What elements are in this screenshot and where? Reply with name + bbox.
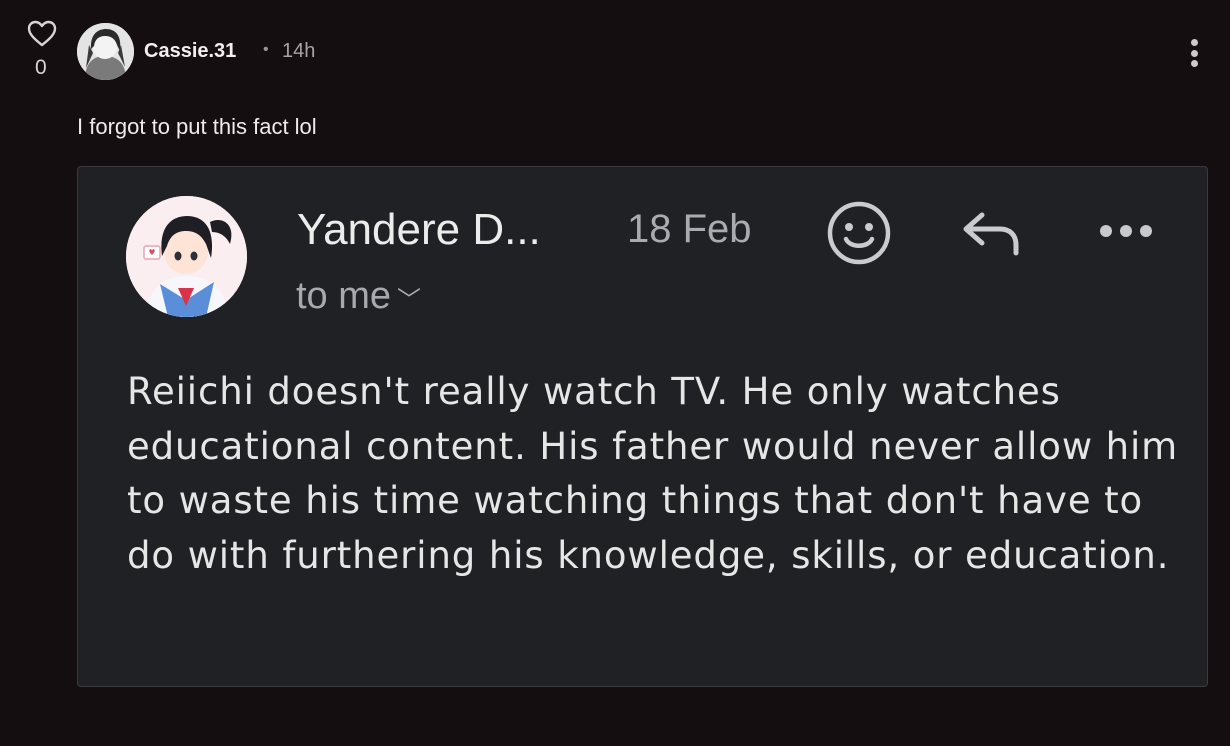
- smiley-icon[interactable]: [826, 200, 892, 266]
- sender-avatar: [126, 196, 247, 317]
- author-username[interactable]: Cassie.31: [144, 40, 236, 63]
- attached-email-screenshot[interactable]: Yandere D... 18 Feb to me ﹀ Reiichi doesn…: [77, 166, 1208, 687]
- post-timestamp: 14h: [282, 40, 316, 62]
- comment-post: 0 Cassie.31 • 14h I forgot to put this f…: [0, 0, 1230, 746]
- meta-separator: •: [263, 41, 269, 58]
- reply-icon[interactable]: [960, 207, 1022, 259]
- more-options-icon[interactable]: [1183, 36, 1205, 70]
- recipient-label: to me: [296, 275, 392, 317]
- email-sender-name: Yandere D...: [297, 205, 541, 254]
- email-date: 18 Feb: [627, 207, 752, 251]
- email-body: Reiichi doesn't really watch TV. He only…: [127, 370, 1179, 577]
- more-horizontal-icon[interactable]: [1100, 225, 1152, 241]
- chevron-down-icon: ﹀: [397, 287, 422, 315]
- like-count: 0: [35, 56, 47, 79]
- heart-icon[interactable]: [27, 20, 57, 48]
- post-text: I forgot to put this fact lol: [77, 114, 317, 139]
- recipient-toggle[interactable]: to me ﹀: [296, 275, 421, 318]
- author-avatar[interactable]: [77, 23, 134, 80]
